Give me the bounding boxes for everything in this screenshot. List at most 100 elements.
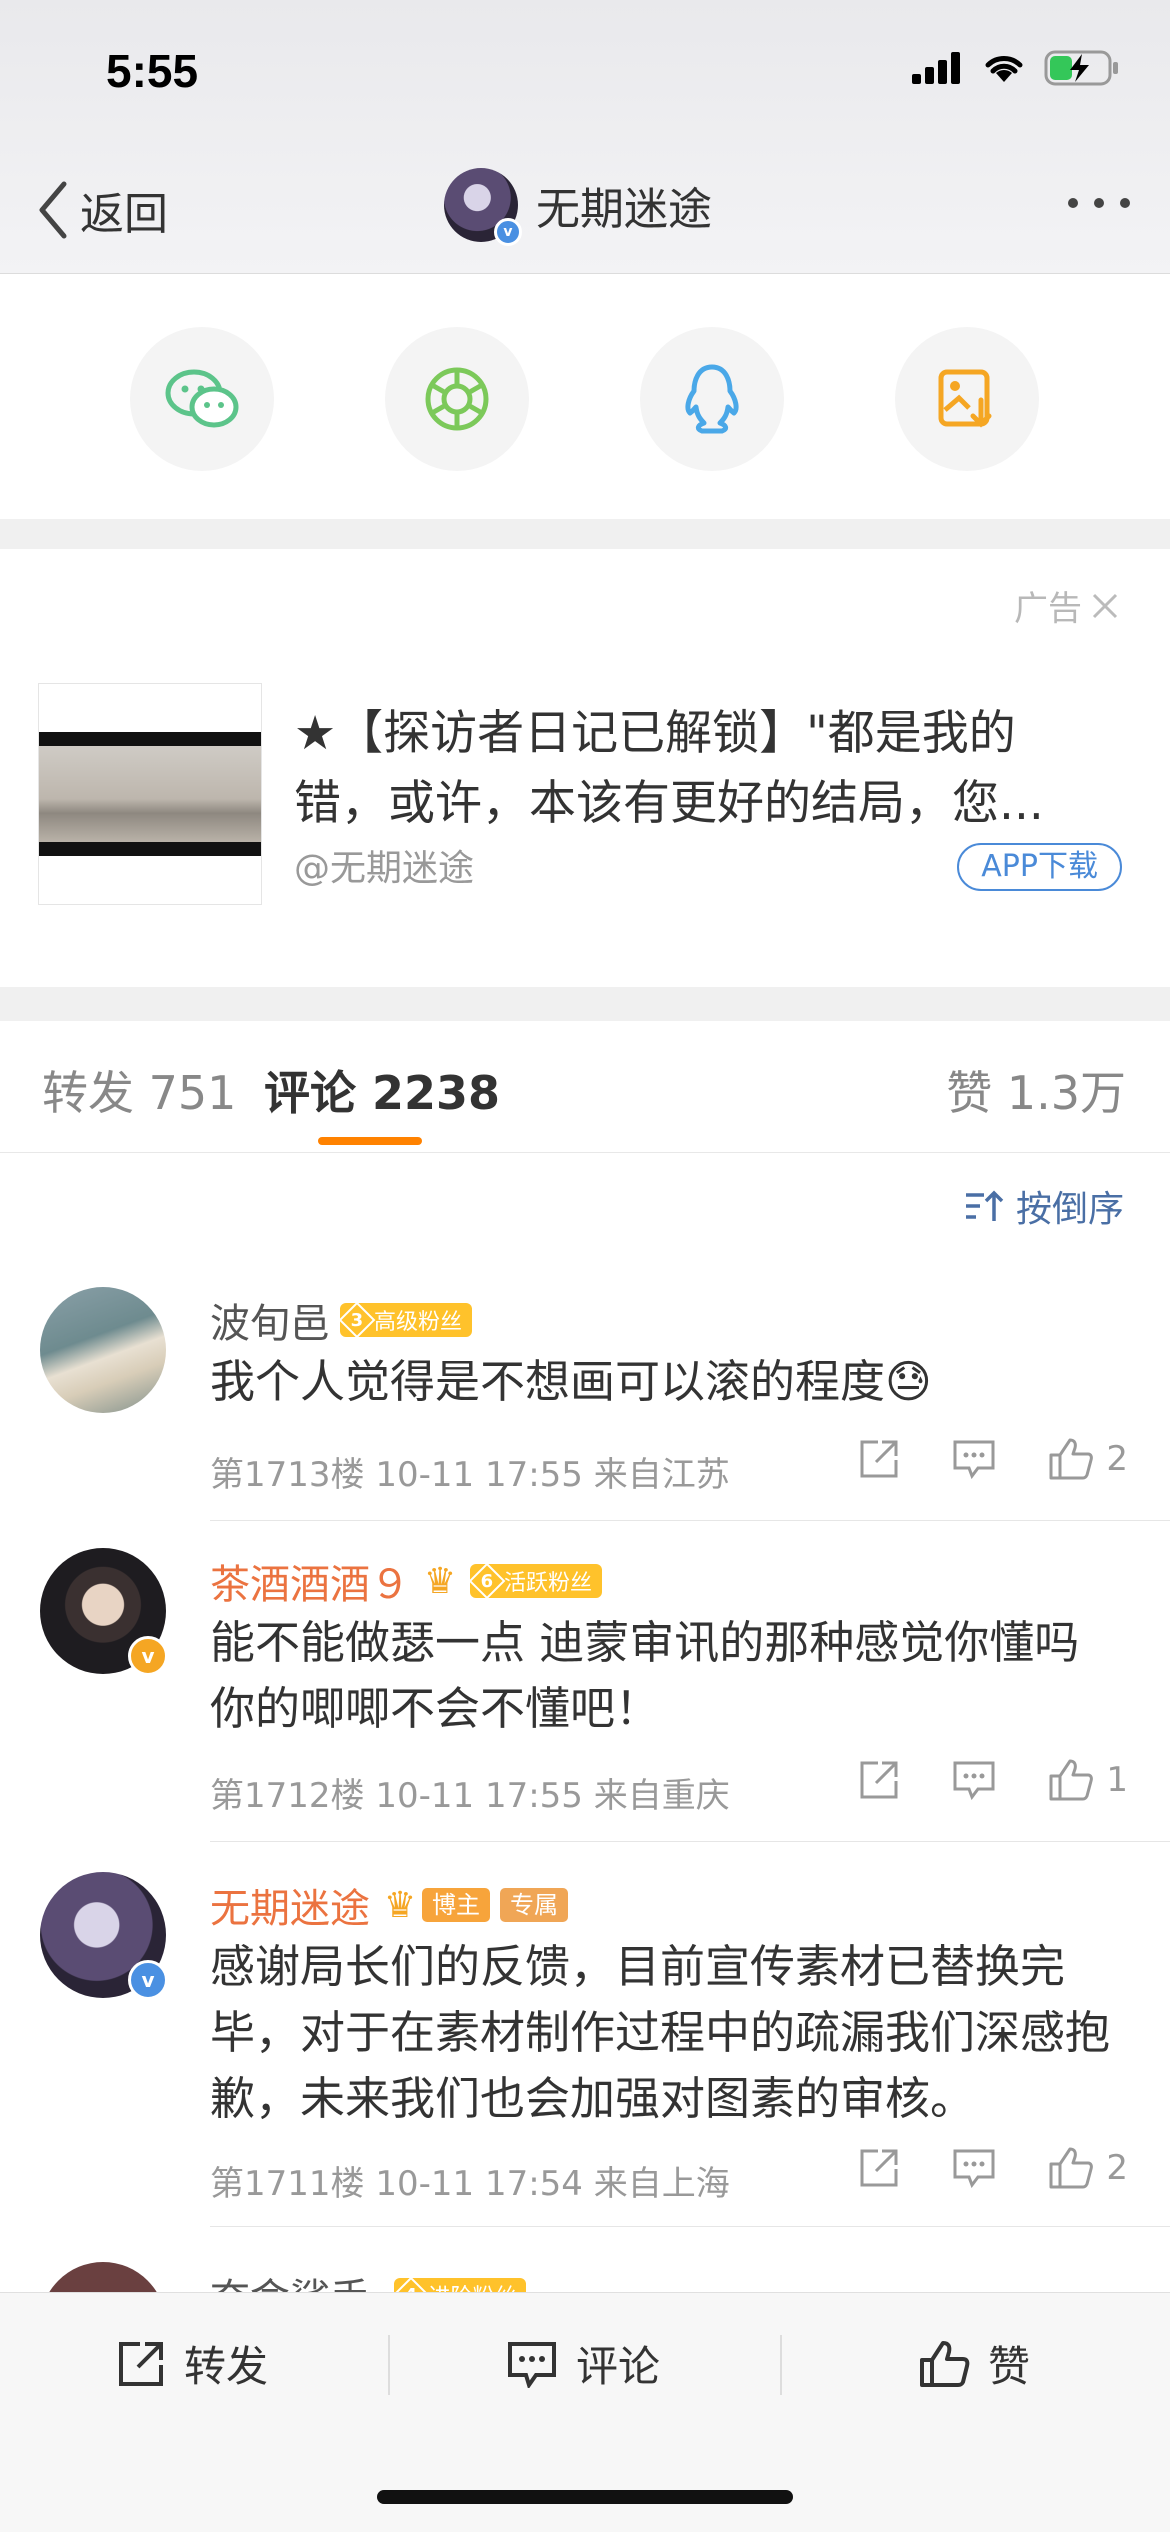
comment-like-button[interactable]: 2 — [1048, 1437, 1128, 1481]
blogger-tag-label: 博主 — [422, 1888, 490, 1922]
sort-button[interactable]: 按倒序 — [964, 1180, 1124, 1232]
comment-actions: 2 — [806, 2146, 1128, 2190]
like-label: 赞 — [988, 2342, 1031, 2391]
comment-time: 10-11 17:55 — [375, 1455, 583, 1495]
comment-like-count: 1 — [1106, 1760, 1128, 1800]
verified-icon: v — [128, 1960, 168, 2000]
avatar[interactable] — [40, 1287, 166, 1413]
comment-header: 波旬邑 3 高级粉丝 — [210, 1291, 473, 1349]
ad-close-button[interactable]: 广告 — [1014, 581, 1120, 630]
status-icons — [912, 50, 1120, 86]
chevron-left-icon — [39, 181, 67, 239]
ad-author[interactable]: @无期迷途 — [294, 839, 474, 891]
comment-author[interactable]: 夺命鲨手- — [210, 2266, 384, 2292]
verified-icon: v — [494, 218, 522, 246]
blogger-tag: ♛ 博主 — [380, 1884, 490, 1926]
nav-profile[interactable]: v 无期迷途 — [444, 168, 712, 246]
comment-author[interactable]: 茶酒酒酒９ — [210, 1552, 410, 1610]
cellular-signal-icon — [912, 52, 960, 84]
ad-thumbnail[interactable] — [38, 683, 262, 905]
fan-badge-level: 6 — [480, 1570, 494, 1592]
fan-badge-level: 4 — [405, 2285, 418, 2293]
crown-icon: ♛ — [383, 1884, 417, 1926]
repost-label: 转发 — [184, 2342, 269, 2391]
comment-item[interactable]: 波旬邑 3 高级粉丝 我个人觉得是不想画可以滚的程度😓 第1713楼 10-11… — [0, 1287, 1170, 1522]
like-button[interactable]: 赞 — [918, 2333, 1030, 2394]
tab-comment[interactable]: 评论 2238 — [264, 1057, 500, 1123]
back-label: 返回 — [80, 189, 168, 240]
tab-repost-label: 转发 — [42, 1066, 134, 1120]
comment-text-line: 感谢局长们的反馈，目前宣传素材已替换完 — [210, 1940, 1066, 1993]
share-qq-button[interactable] — [640, 327, 784, 471]
comment-reply-button[interactable] — [952, 1439, 996, 1479]
status-time: 5:55 — [106, 45, 199, 97]
share-icon — [860, 1440, 898, 1478]
comment-location: 来自重庆 — [593, 1776, 730, 1816]
comment-author[interactable]: 无期迷途 — [210, 1876, 370, 1934]
comment-text: 我个人觉得是不想画可以滚的程度😓 — [210, 1355, 932, 1408]
ad-title[interactable]: ★【探访者日记已解锁】"都是我的 错，或许，本该有更好的结局，您... — [294, 699, 1124, 839]
comment-share-button[interactable] — [858, 1438, 900, 1480]
tab-like[interactable]: 赞 1.3万 — [946, 1057, 1126, 1123]
avatar[interactable]: v — [444, 168, 522, 246]
save-image-icon — [938, 369, 992, 428]
comment-reply-button[interactable] — [952, 2148, 996, 2188]
qq-icon — [685, 364, 739, 434]
comment-item[interactable]: v 茶酒酒酒９ ♛ 6 活跃粉丝 能不能做瑟一点 迪蒙审讯的那种感觉你懂吗 你的… — [0, 1548, 1170, 1843]
fan-badge[interactable]: 4 进阶粉丝 — [393, 2276, 527, 2293]
save-image-button[interactable] — [895, 327, 1039, 471]
comment-item[interactable]: 夺命鲨手- 4 进阶粉丝 — [0, 2262, 1170, 2292]
close-icon[interactable] — [1090, 591, 1120, 621]
comment-reply-button[interactable] — [952, 1760, 996, 1800]
nav-bar: 返回 v 无期迷途 — [0, 160, 1170, 260]
divider — [210, 2226, 1170, 2227]
page-title[interactable]: 无期迷途 — [536, 173, 712, 237]
top-bar: 5:55 返回 v 无期迷途 — [0, 0, 1170, 274]
section-divider — [0, 519, 1170, 549]
fan-badge[interactable]: 3 高级粉丝 — [338, 1301, 473, 1339]
comment-text-line: 能不能做瑟一点 迪蒙审讯的那种感觉你懂吗 — [210, 1616, 1080, 1669]
avatar[interactable]: v — [40, 1548, 168, 1676]
more-options-icon[interactable] — [1068, 198, 1130, 208]
comment-icon — [953, 1761, 995, 1800]
comment-button[interactable]: 评论 — [506, 2333, 660, 2394]
comment-header: 无期迷途 ♛ 博主 专属 — [210, 1876, 568, 1934]
ad-tag-label: 广告 — [1014, 589, 1082, 629]
ad-card[interactable]: 广告 ★【探访者日记已解锁】"都是我的 错，或许，本该有更好的结局，您... @… — [0, 549, 1170, 987]
back-button[interactable]: 返回 — [36, 178, 168, 242]
wifi-icon — [985, 56, 1023, 82]
comment-author[interactable]: 波旬邑 — [210, 1291, 330, 1349]
comment-like-count: 2 — [1106, 1439, 1128, 1479]
comment-location: 来自上海 — [593, 2164, 730, 2204]
comment-item[interactable]: v 无期迷途 ♛ 博主 专属 感谢局长们的反馈，目前宣传素材已替换完 毕，对于在… — [0, 1872, 1170, 2228]
share-wechat-button[interactable] — [130, 327, 274, 471]
comment-time: 10-11 17:55 — [375, 1776, 583, 1816]
fan-badge[interactable]: 6 活跃粉丝 — [468, 1562, 603, 1600]
fan-badge-label: 高级粉丝 — [374, 1310, 463, 1335]
comment-floor: 第1713楼 — [210, 1455, 365, 1495]
share-icon — [860, 1761, 898, 1799]
fan-badge-label: 活跃粉丝 — [504, 1571, 593, 1596]
avatar[interactable] — [40, 2262, 166, 2292]
sort-label: 按倒序 — [1015, 1189, 1124, 1230]
tab-repost[interactable]: 转发 751 — [42, 1057, 236, 1123]
comment-share-button[interactable] — [858, 2147, 900, 2189]
comment-like-button[interactable]: 1 — [1048, 1758, 1128, 1802]
comment-like-button[interactable]: 2 — [1048, 2146, 1128, 2190]
repost-button[interactable]: 转发 — [116, 2333, 268, 2394]
comment-floor: 第1712楼 — [210, 1776, 365, 1816]
comment-share-button[interactable] — [858, 1759, 900, 1801]
comment-icon — [508, 2341, 556, 2388]
thumbs-up-icon — [1049, 1438, 1094, 1480]
comment-icon — [953, 2149, 995, 2188]
comment-meta: 第1712楼 10-11 17:55 来自重庆 — [210, 1768, 730, 1817]
comment-actions: 1 — [806, 1758, 1128, 1802]
tab-like-count: 1.3万 — [1006, 1066, 1126, 1120]
app-download-button[interactable]: APP下载 — [957, 843, 1122, 891]
ad-title-line-2: 错，或许，本该有更好的结局，您... — [294, 776, 1044, 831]
divider — [210, 1841, 1170, 1842]
comment-actions: 2 — [806, 1437, 1128, 1481]
comment-meta: 第1713楼 10-11 17:55 来自江苏 — [210, 1447, 730, 1496]
share-moments-button[interactable] — [385, 327, 529, 471]
avatar[interactable]: v — [40, 1872, 168, 2000]
